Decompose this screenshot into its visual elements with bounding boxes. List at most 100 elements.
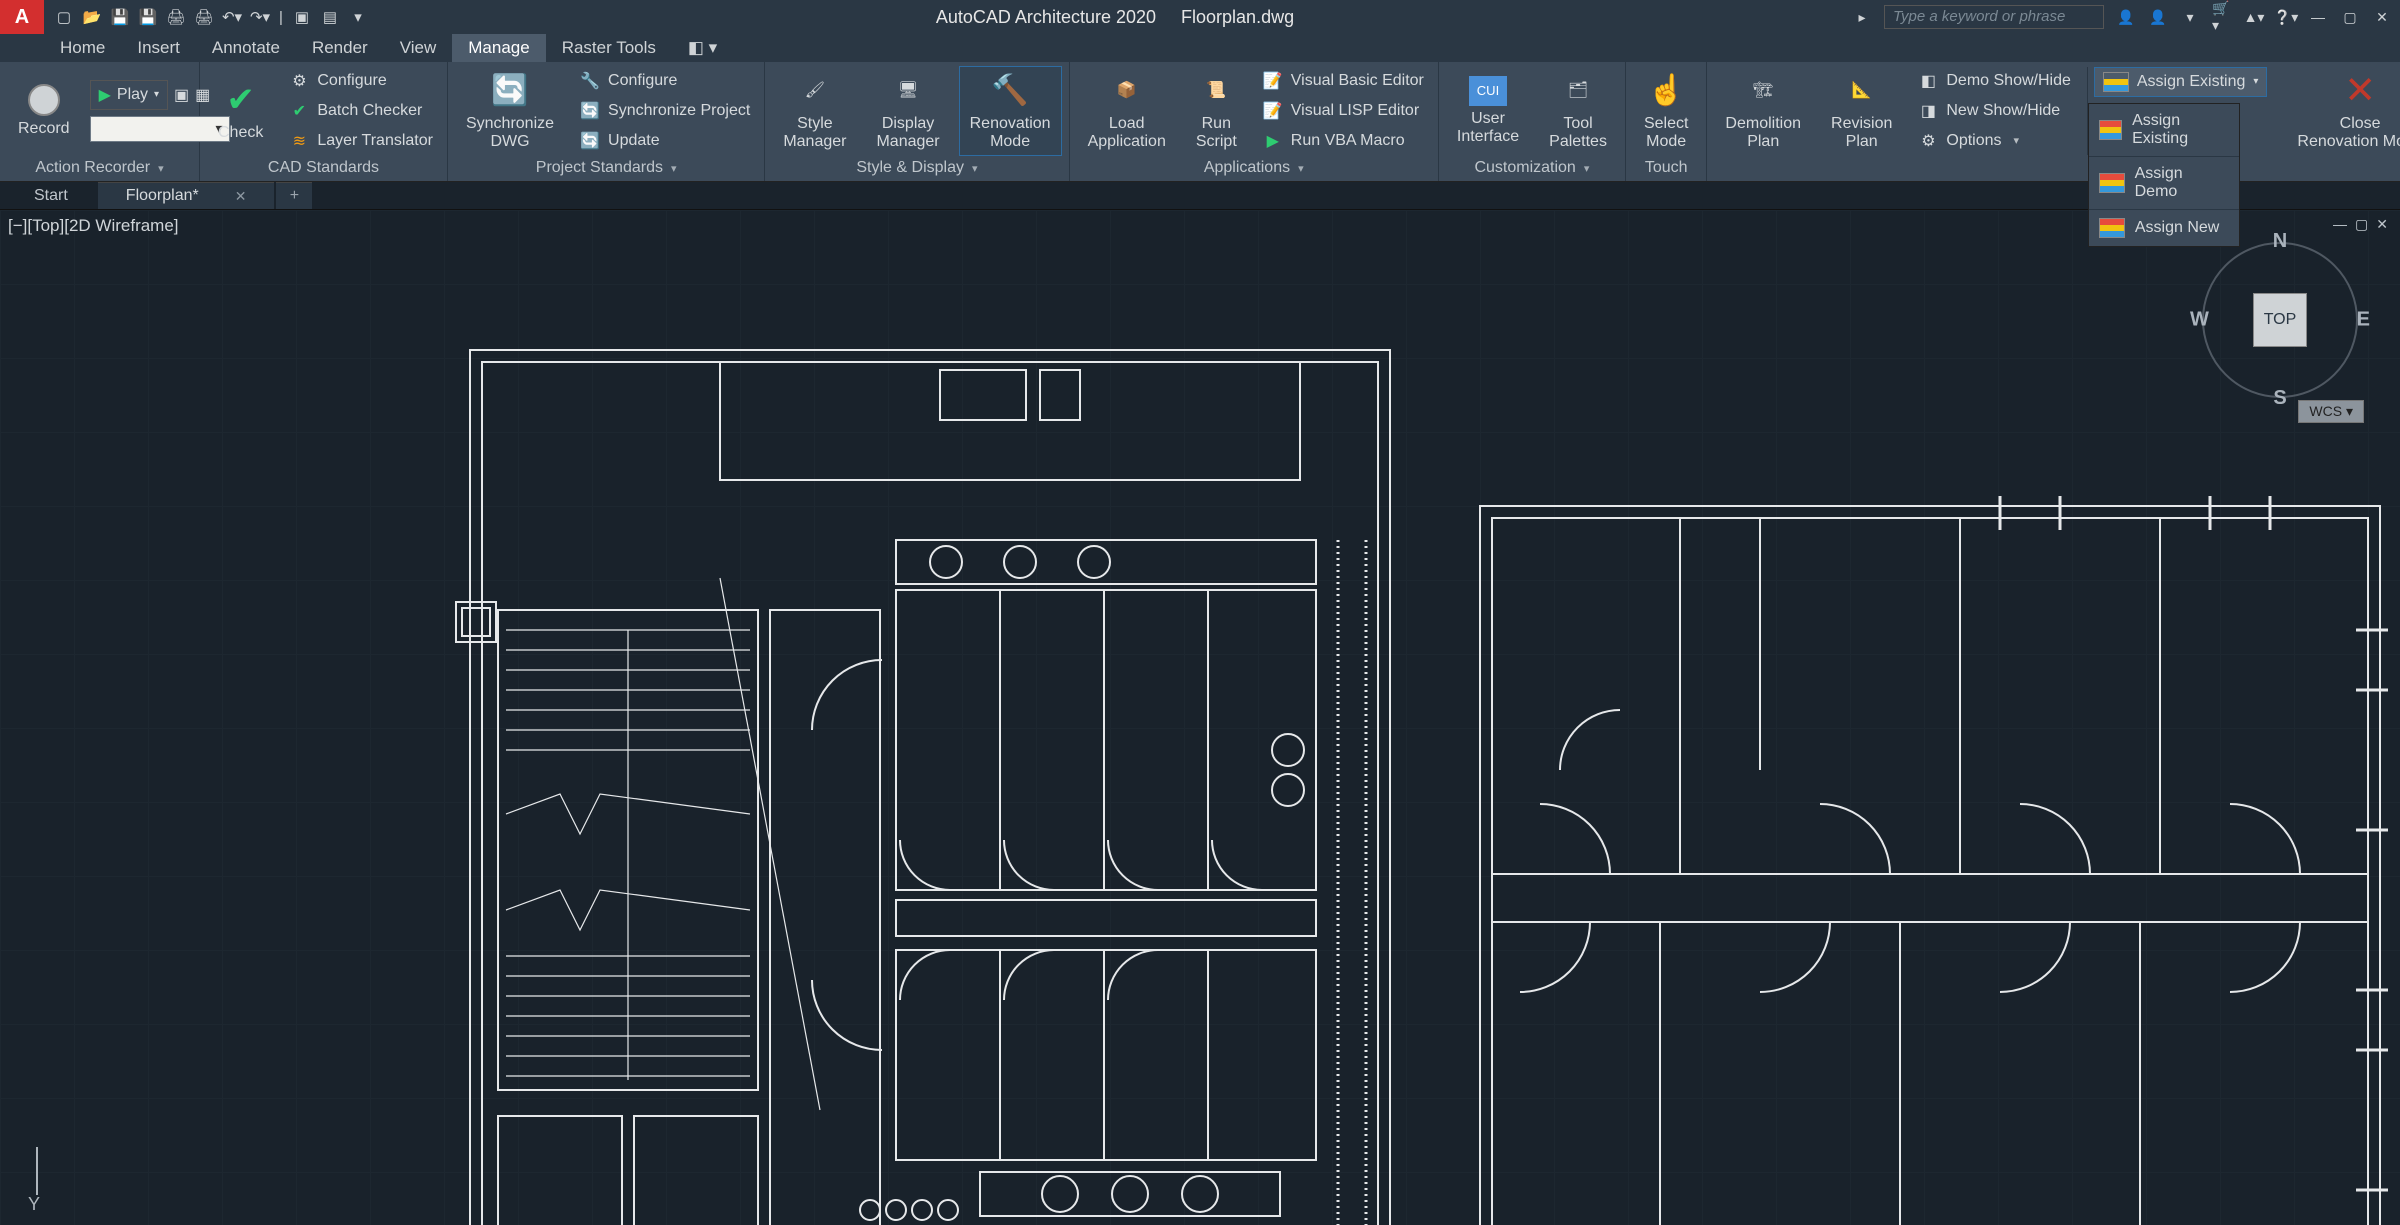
check-button[interactable]: ✔ Check bbox=[208, 67, 273, 155]
run-vba-macro-button[interactable]: ▶Run VBA Macro bbox=[1257, 129, 1430, 153]
ribbon: Record ▶ Play ▾ ▣ ▦ ▾ Action Recorder bbox=[0, 62, 2400, 182]
record-button[interactable]: Record bbox=[8, 67, 80, 155]
close-renovation-button[interactable]: ✕ Close Renovation Mode bbox=[2277, 67, 2400, 155]
panel-title-customization[interactable]: Customization bbox=[1439, 155, 1625, 181]
assign-existing-split-button[interactable]: Assign Existing ▾ bbox=[2094, 67, 2268, 97]
vle-icon: 📝 bbox=[1263, 101, 1283, 121]
run-script-button[interactable]: 📜 Run Script bbox=[1186, 67, 1247, 155]
qat-icon-a[interactable]: ▣ bbox=[292, 7, 312, 27]
assign-demo-item[interactable]: Assign Demo bbox=[2089, 157, 2239, 210]
batch-checker-button[interactable]: ✔Batch Checker bbox=[283, 99, 439, 123]
qat-icon-b[interactable]: ▤ bbox=[320, 7, 340, 27]
style-manager-button[interactable]: 🖌 Style Manager bbox=[773, 67, 856, 155]
viewcube-south[interactable]: S bbox=[2273, 387, 2286, 410]
ucs-y-axis bbox=[36, 1147, 38, 1195]
play-label: Play bbox=[117, 86, 148, 104]
tool-palettes-button[interactable]: 🗂 Tool Palettes bbox=[1539, 67, 1617, 155]
save-icon[interactable]: 💾 bbox=[110, 7, 130, 27]
help-icon[interactable]: ❔▾ bbox=[2276, 7, 2296, 27]
plot-icon[interactable]: 🖨 bbox=[166, 7, 186, 27]
display-manager-button[interactable]: 🖥 Display Manager bbox=[866, 67, 949, 155]
renovation-mode-button[interactable]: 🔨 Renovation Mode bbox=[960, 67, 1061, 155]
play-button[interactable]: ▶ Play ▾ bbox=[90, 80, 168, 110]
floorplan-tab[interactable]: Floorplan* ✕ bbox=[98, 182, 275, 209]
drawing-viewport[interactable]: [−][Top][2D Wireframe] — ▢ ✕ bbox=[0, 210, 2400, 1225]
tab-raster-tools[interactable]: Raster Tools bbox=[546, 34, 672, 62]
configure-project-button[interactable]: 🔧Configure bbox=[574, 69, 756, 93]
user-interface-button[interactable]: CUI User Interface bbox=[1447, 67, 1529, 155]
app-share-icon[interactable]: ▲▾ bbox=[2244, 7, 2264, 27]
start-tab[interactable]: Start bbox=[6, 182, 96, 209]
viewcube[interactable]: TOP N S E W bbox=[2190, 230, 2370, 410]
viewcube-west[interactable]: W bbox=[2190, 309, 2209, 332]
wcs-dropdown[interactable]: WCS ▾ bbox=[2298, 400, 2364, 423]
assign-new-item[interactable]: Assign New bbox=[2089, 210, 2239, 246]
viewcube-ring[interactable] bbox=[2202, 242, 2358, 398]
vba-label: Run VBA Macro bbox=[1291, 132, 1405, 150]
minimize-button[interactable]: — bbox=[2308, 7, 2328, 27]
check-label: Check bbox=[218, 124, 263, 142]
plot-preview-icon[interactable]: 🖨 bbox=[194, 7, 214, 27]
new-tab-button[interactable]: + bbox=[276, 182, 312, 209]
saveas-icon[interactable]: 💾 bbox=[138, 7, 158, 27]
close-renovation-label: Close Renovation Mode bbox=[2297, 115, 2400, 151]
action-pref1-icon[interactable]: ▣ bbox=[174, 85, 189, 105]
sync-project-button[interactable]: 🔄Synchronize Project bbox=[574, 99, 756, 123]
select-mode-button[interactable]: ☝ Select Mode bbox=[1634, 67, 1698, 155]
new-icon[interactable]: ▢ bbox=[54, 7, 74, 27]
panel-title-action-recorder[interactable]: Action Recorder bbox=[0, 155, 199, 181]
sign-in-icon[interactable]: 👤 bbox=[2116, 7, 2136, 27]
viewcube-north[interactable]: N bbox=[2273, 230, 2287, 253]
tab-annotate[interactable]: Annotate bbox=[196, 34, 296, 62]
tool-palettes-icon: 🗂 bbox=[1558, 71, 1598, 111]
configure-project-label: Configure bbox=[608, 72, 677, 90]
tab-insert[interactable]: Insert bbox=[121, 34, 196, 62]
vbe-icon: 📝 bbox=[1263, 71, 1283, 91]
tab-featured-apps-icon[interactable]: ◧ ▾ bbox=[672, 34, 733, 62]
run-script-label: Run Script bbox=[1196, 115, 1237, 151]
qat-dropdown-icon[interactable]: ▾ bbox=[348, 7, 368, 27]
panel-style-display: 🖌 Style Manager 🖥 Display Manager 🔨 Reno… bbox=[765, 62, 1069, 181]
assign-existing-item[interactable]: Assign Existing bbox=[2089, 104, 2239, 157]
close-tab-icon[interactable]: ✕ bbox=[235, 188, 247, 205]
visual-lisp-editor-button[interactable]: 📝 Visual LISP Editor bbox=[1257, 99, 1430, 123]
visual-basic-editor-button[interactable]: 📝Visual Basic Editor bbox=[1257, 69, 1430, 93]
demolition-plan-icon: 🏗 bbox=[1743, 71, 1783, 111]
new-show-hide-button[interactable]: ◨New Show/Hide bbox=[1912, 99, 2077, 123]
panel-title-style-display[interactable]: Style & Display bbox=[765, 155, 1068, 181]
tab-manage[interactable]: Manage bbox=[452, 34, 545, 62]
sync-dwg-label: Synchronize DWG bbox=[466, 115, 554, 151]
user-interface-label: User Interface bbox=[1457, 110, 1519, 146]
tab-render[interactable]: Render bbox=[296, 34, 384, 62]
style-manager-icon: 🖌 bbox=[795, 71, 835, 111]
viewcube-east[interactable]: E bbox=[2357, 309, 2370, 332]
sync-dwg-button[interactable]: 🔄 Synchronize DWG bbox=[456, 67, 564, 155]
revision-plan-button[interactable]: 📐 Revision Plan bbox=[1821, 67, 1902, 155]
tab-view[interactable]: View bbox=[384, 34, 453, 62]
close-window-button[interactable]: ✕ bbox=[2372, 7, 2392, 27]
panel-title-applications[interactable]: Applications bbox=[1070, 155, 1438, 181]
demo-show-hide-button[interactable]: ◧Demo Show/Hide bbox=[1912, 69, 2077, 93]
open-icon[interactable]: 📂 bbox=[82, 7, 102, 27]
options-gear-icon: ⚙ bbox=[1918, 131, 1938, 151]
search-input[interactable]: Type a keyword or phrase bbox=[1884, 5, 2104, 29]
panel-action-recorder: Record ▶ Play ▾ ▣ ▦ ▾ Action Recorder bbox=[0, 62, 200, 181]
configure-standards-button[interactable]: ⚙Configure bbox=[283, 69, 439, 93]
layers-icon: ≋ bbox=[289, 131, 309, 151]
undo-icon[interactable]: ↶▾ bbox=[222, 7, 242, 27]
restore-button[interactable]: ▢ bbox=[2340, 7, 2360, 27]
update-button[interactable]: 🔄Update bbox=[574, 129, 756, 153]
panel-title-project-standards[interactable]: Project Standards bbox=[448, 155, 764, 181]
exchange-icon[interactable]: 🛒▾ bbox=[2212, 7, 2232, 27]
vle-label: Visual LISP Editor bbox=[1291, 102, 1419, 120]
tab-home[interactable]: Home bbox=[44, 34, 121, 62]
panel-title-touch: Touch bbox=[1626, 155, 1706, 181]
redo-icon[interactable]: ↷▾ bbox=[250, 7, 270, 27]
renovation-options-button[interactable]: ⚙Options bbox=[1912, 129, 2077, 153]
layer-translator-button[interactable]: ≋Layer Translator bbox=[283, 129, 439, 153]
demolition-plan-button[interactable]: 🏗 Demolition Plan bbox=[1715, 67, 1811, 155]
load-application-button[interactable]: 📦 Load Application bbox=[1078, 67, 1176, 155]
app-menu-button[interactable]: A bbox=[0, 0, 44, 34]
update-label: Update bbox=[608, 132, 660, 150]
user-person-icon[interactable]: 👤 bbox=[2148, 7, 2168, 27]
